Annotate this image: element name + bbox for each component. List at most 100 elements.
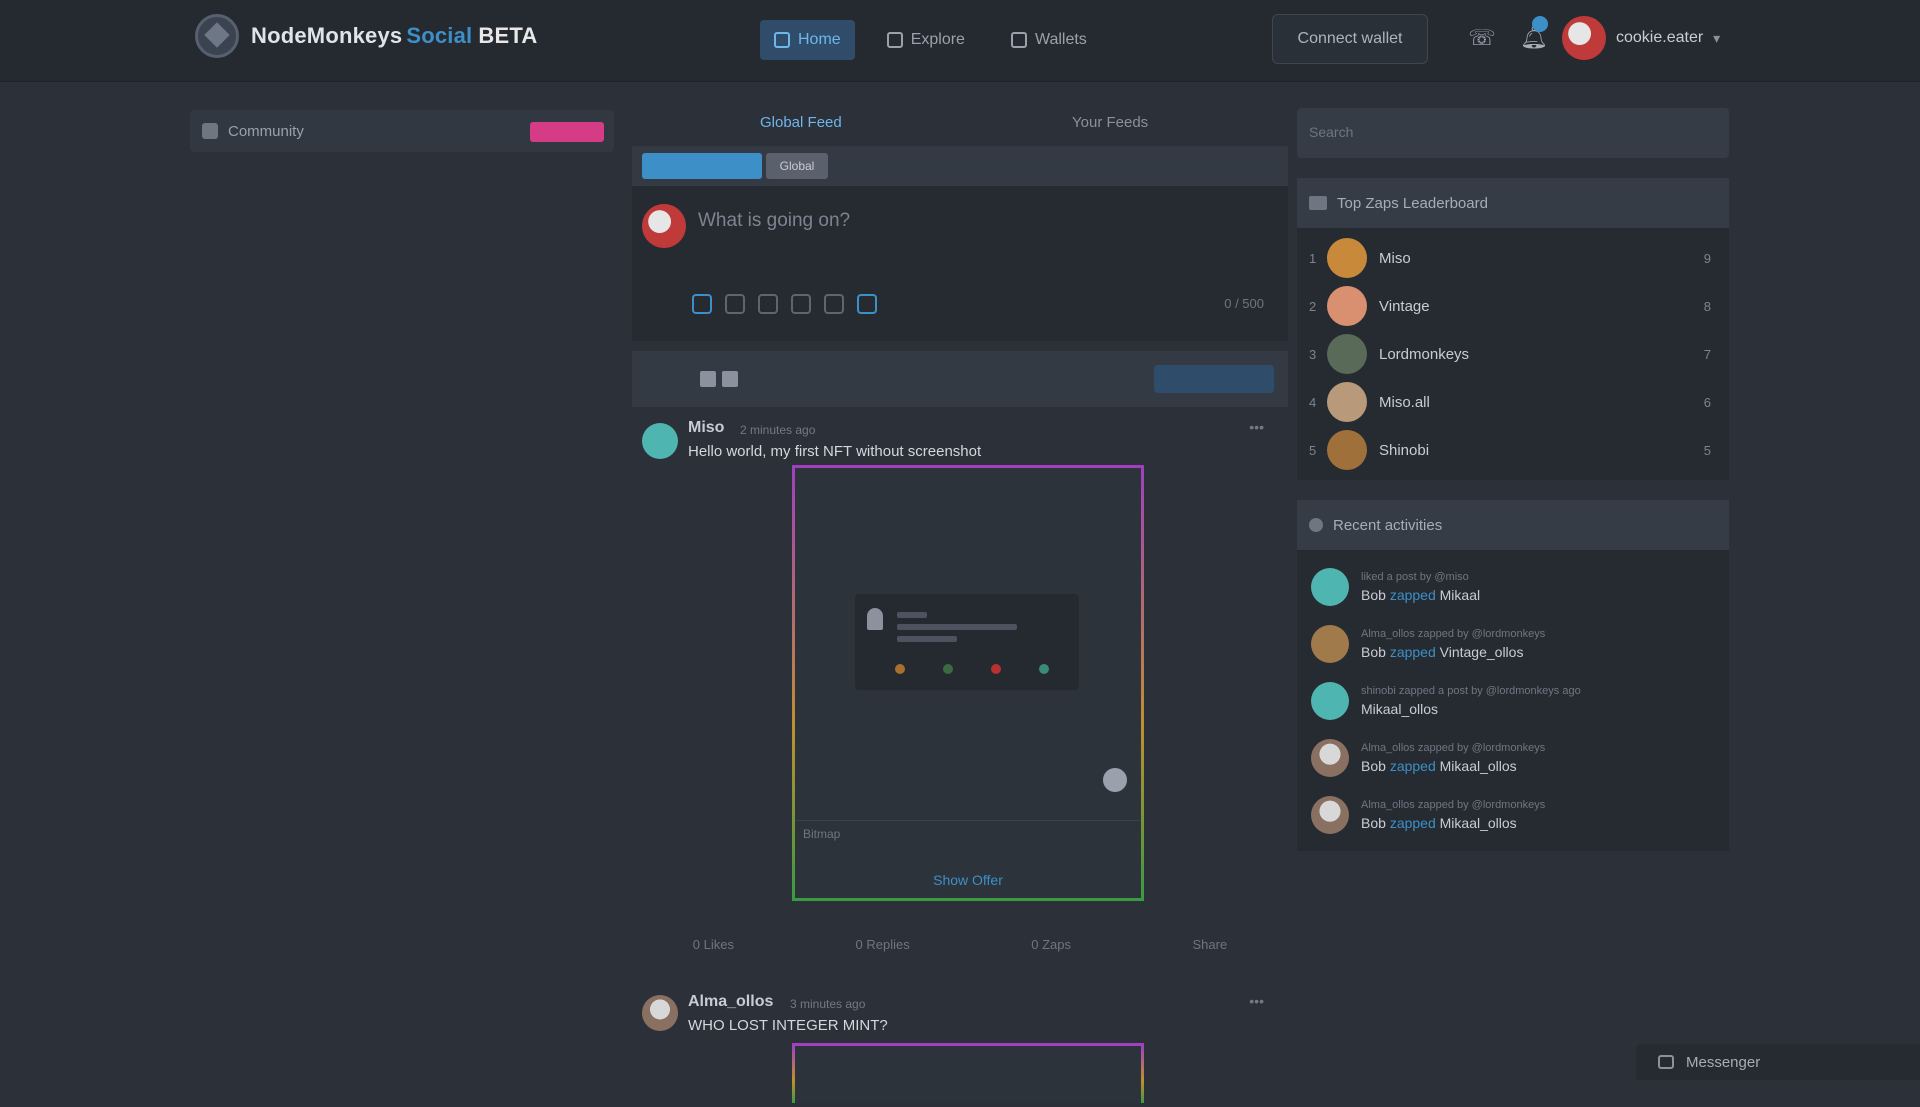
more-options-icon[interactable]: ••• xyxy=(1249,993,1264,1009)
leaderboard-avatar xyxy=(1327,430,1367,470)
leaderboard-list: 1 Miso 9 2 Vintage 8 3 Lordmonkeys 7 4 M… xyxy=(1297,228,1729,480)
leaderboard-row[interactable]: 4 Miso.all 6 xyxy=(1297,378,1729,426)
activity-summary: Mikaal_ollos xyxy=(1361,701,1581,717)
reply-button[interactable]: 0 Replies xyxy=(856,937,910,952)
nav-explore[interactable]: Explore xyxy=(873,20,979,60)
leaderboard-score: 5 xyxy=(1703,442,1711,458)
tab-global-feed[interactable]: Global Feed xyxy=(760,114,842,131)
nft-preview xyxy=(855,594,1079,690)
brand-accent: Social xyxy=(406,23,473,48)
leaderboard-row[interactable]: 2 Vintage 8 xyxy=(1297,282,1729,330)
post-item: Alma_ollos 3 minutes ago WHO LOST INTEGE… xyxy=(632,987,1288,1107)
activity-actor: Bob xyxy=(1361,586,1386,603)
activity-summary: Bob zapped Mikaal_ollos xyxy=(1361,815,1545,831)
home-icon xyxy=(774,32,790,48)
post-time: 3 minutes ago xyxy=(790,997,866,1011)
chevron-down-icon: ▾ xyxy=(1713,29,1721,46)
nft-card[interactable] xyxy=(792,1043,1144,1103)
leaderboard-avatar xyxy=(1327,334,1367,374)
activity-meta: liked a post by @miso xyxy=(1361,570,1469,583)
user-avatar xyxy=(1562,16,1606,60)
community-panel[interactable]: Community xyxy=(190,110,614,152)
gif-icon[interactable] xyxy=(758,294,778,314)
activity-verb: zapped xyxy=(1389,814,1436,831)
post-time: 2 minutes ago xyxy=(740,423,816,437)
post-avatar[interactable] xyxy=(642,995,678,1031)
activity-meta: shinobi zapped a post by @lordmonkeys ag… xyxy=(1361,684,1581,697)
nav-home[interactable]: Home xyxy=(760,20,855,60)
beta-tag: BETA xyxy=(478,23,538,48)
brand-logo[interactable]: NodeMonkeys Social BETA xyxy=(195,14,537,58)
activity-target: Mikaal_ollos xyxy=(1361,700,1439,717)
monkey-logo-icon xyxy=(195,14,239,58)
nft-dot xyxy=(943,664,953,674)
leaderboard-header: Top Zaps Leaderboard xyxy=(1297,178,1729,228)
nft-dot xyxy=(991,664,1001,674)
activity-item[interactable]: Alma_ollos zapped by @lordmonkeys Bob za… xyxy=(1297,786,1729,843)
leaderboard-score: 6 xyxy=(1703,394,1711,410)
feed-action-button[interactable] xyxy=(1154,365,1274,393)
image-icon[interactable] xyxy=(725,294,745,314)
emoji-icon[interactable] xyxy=(692,294,712,314)
post-stats: 0 Likes 0 Replies 0 Zaps Share xyxy=(632,937,1288,952)
activity-summary: Bob zapped Vintage_ollos xyxy=(1361,644,1545,660)
activity-item[interactable]: liked a post by @miso Bob zapped Mikaal xyxy=(1297,558,1729,615)
leaderboard-avatar xyxy=(1327,382,1367,422)
activity-avatar xyxy=(1311,567,1349,606)
leaderboard-name: Vintage xyxy=(1379,297,1430,315)
post-composer: What is going on? 0 / 500 xyxy=(632,186,1288,341)
activity-target: Mikaal xyxy=(1439,586,1481,603)
activities-list: liked a post by @miso Bob zapped Mikaal … xyxy=(1297,550,1729,851)
activities-title: Recent activities xyxy=(1333,516,1443,534)
post-text: WHO LOST INTEGER MINT? xyxy=(688,1017,888,1034)
connect-wallet-button[interactable]: Connect wallet xyxy=(1272,14,1428,64)
list-view-icon[interactable] xyxy=(722,371,738,387)
zap-button[interactable]: 0 Zaps xyxy=(1031,937,1071,952)
messenger-label: Messenger xyxy=(1686,1053,1761,1071)
nft-action-icon[interactable] xyxy=(1103,768,1127,792)
feed-actions-bar xyxy=(632,351,1288,407)
user-menu[interactable]: cookie.eater ▾ xyxy=(1562,16,1720,60)
post-item: Miso 2 minutes ago Hello world, my first… xyxy=(632,407,1288,987)
nft-color-dots xyxy=(895,664,1049,674)
tab-your-feeds[interactable]: Your Feeds xyxy=(1072,114,1148,131)
poll-icon[interactable] xyxy=(791,294,811,314)
filter-active-pill[interactable] xyxy=(642,153,762,179)
activity-item[interactable]: Alma_ollos zapped by @lordmonkeys Bob za… xyxy=(1297,615,1729,672)
nft-dot xyxy=(895,664,905,674)
activity-item[interactable]: shinobi zapped a post by @lordmonkeys ag… xyxy=(1297,672,1729,729)
show-offer-link[interactable]: Show Offer xyxy=(795,872,1141,888)
activity-actor: Bob xyxy=(1361,643,1386,660)
like-button[interactable]: 0 Likes xyxy=(693,937,734,952)
post-author[interactable]: Miso xyxy=(688,419,724,437)
nft-preview-line xyxy=(897,612,927,618)
grid-view-icon[interactable] xyxy=(700,371,716,387)
feed-column: Global Feed Your Feeds Global What is go… xyxy=(632,86,1288,1103)
more-options-icon[interactable]: ••• xyxy=(1249,419,1264,435)
messenger-bar[interactable]: Messenger xyxy=(1636,1044,1920,1080)
post-author[interactable]: Alma_ollos xyxy=(688,993,773,1011)
activity-verb: zapped xyxy=(1389,643,1436,660)
nft-icon[interactable] xyxy=(857,294,877,314)
activities-header: Recent activities xyxy=(1297,500,1729,550)
leaderboard-row[interactable]: 3 Lordmonkeys 7 xyxy=(1297,330,1729,378)
filter-global-pill[interactable]: Global xyxy=(766,153,828,179)
composer-input[interactable]: What is going on? xyxy=(698,210,850,232)
community-label: Community xyxy=(228,122,304,140)
leaderboard-score: 9 xyxy=(1703,250,1711,266)
calendar-icon[interactable] xyxy=(824,294,844,314)
leaderboard-row[interactable]: 1 Miso 9 xyxy=(1297,234,1729,282)
share-button[interactable]: Share xyxy=(1193,937,1228,952)
leaderboard-name: Shinobi xyxy=(1379,441,1430,459)
leaderboard-row[interactable]: 5 Shinobi 5 xyxy=(1297,426,1729,474)
search-input[interactable]: Search xyxy=(1297,108,1729,158)
phone-icon[interactable]: ☏ xyxy=(1468,24,1496,52)
activity-verb: zapped xyxy=(1389,586,1436,603)
activity-item[interactable]: Alma_ollos zapped by @lordmonkeys Bob za… xyxy=(1297,729,1729,786)
nav-wallets[interactable]: Wallets xyxy=(997,20,1101,60)
post-avatar[interactable] xyxy=(642,423,678,459)
composer-avatar xyxy=(642,204,686,248)
nft-card[interactable]: Bitmap Show Offer xyxy=(792,465,1144,901)
community-icon xyxy=(202,123,218,139)
leaderboard-avatar xyxy=(1327,238,1367,278)
